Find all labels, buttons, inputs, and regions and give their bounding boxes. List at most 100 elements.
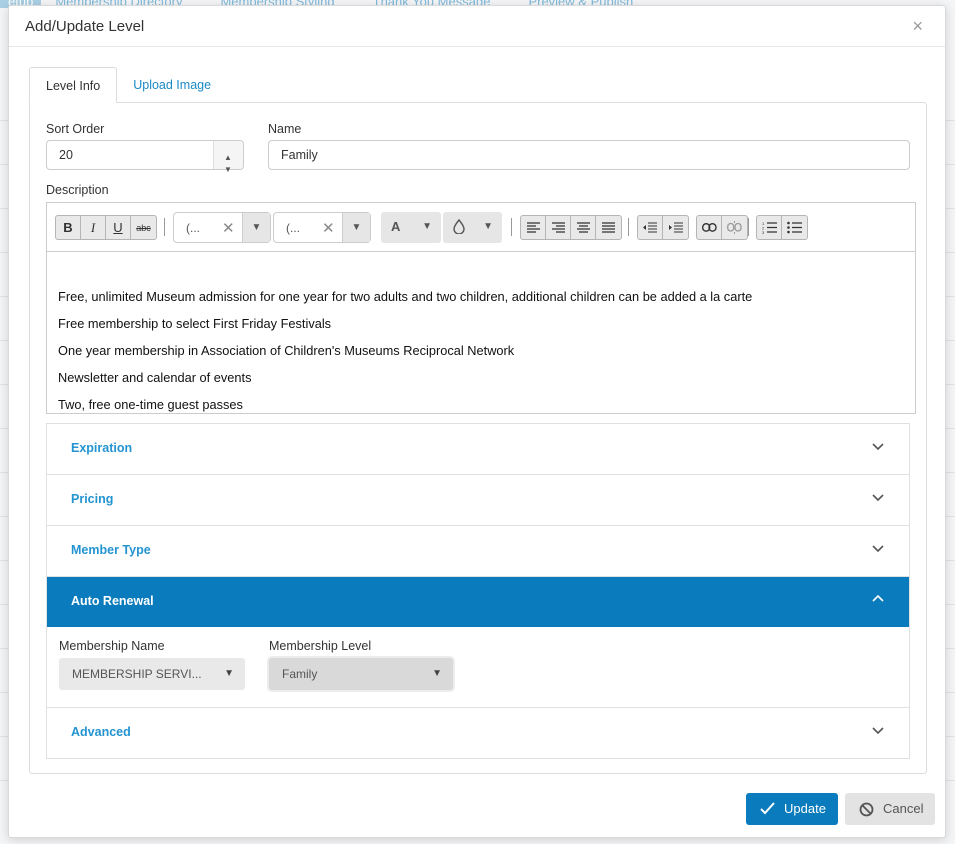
description-paragraph: Newsletter and calendar of events [58,370,252,385]
chevron-down-icon: ▼ [242,213,270,242]
section-auto-renewal: Auto Renewal Membership Name MEMBERSHIP … [46,577,910,708]
sort-order-value: 20 [59,148,73,162]
underline-button[interactable]: U [106,216,131,239]
chevron-down-icon [872,443,884,451]
link-icon[interactable] [697,216,722,239]
font-family-select[interactable]: (... ✕ ▼ [173,212,271,243]
strikethrough-button[interactable]: abc [131,216,156,239]
toolbar-separator [164,218,165,236]
section-advanced: Advanced [46,708,910,759]
section-header-auto-renewal[interactable]: Auto Renewal [47,577,909,627]
caret-down-icon: ▼ [224,668,234,679]
svg-text:3: 3 [762,230,765,234]
chevron-up-icon [872,594,884,602]
ban-icon [859,802,874,817]
chevron-down-icon: ▼ [483,221,493,232]
sort-order-label: Sort Order [46,122,105,136]
name-input[interactable]: Family [268,140,910,170]
chevron-down-icon [872,494,884,502]
section-title: Pricing [71,492,114,506]
background-color-picker[interactable]: ▼ [443,212,502,243]
update-label: Update [784,801,826,816]
ordered-list-icon[interactable]: 123 [757,216,782,239]
auto-renewal-body: Membership Name MEMBERSHIP SERVI... ▼ Me… [47,627,909,707]
section-title: Auto Renewal [71,594,154,608]
chevron-down-icon: ▼ [342,213,370,242]
align-center-icon[interactable] [571,216,596,239]
toolbar-separator [748,218,749,236]
membership-level-select[interactable]: Family ▼ [269,658,453,690]
text-color-picker[interactable]: A ▼ [381,212,441,243]
toolbar-separator [511,218,512,236]
stepper-down-icon[interactable]: ▼ [224,156,232,184]
unlink-icon[interactable] [722,216,747,239]
section-expiration: Expiration [46,423,910,475]
section-header-pricing[interactable]: Pricing [47,475,909,525]
text-color-icon: A [391,219,401,234]
font-size-select[interactable]: (... ✕ ▼ [273,212,371,243]
italic-button[interactable]: I [81,216,106,239]
clear-icon[interactable]: ✕ [322,219,335,237]
list-buttons: 123 [756,215,808,240]
section-title: Advanced [71,725,131,739]
toolbar-separator [628,218,629,236]
section-header-advanced[interactable]: Advanced [47,708,909,758]
add-update-level-dialog: Add/Update Level × Level Info Upload Ima… [8,5,946,838]
section-pricing: Pricing [46,475,910,526]
section-title: Member Type [71,543,151,557]
format-buttons: B I U abc [55,215,157,240]
indent-icon[interactable] [663,216,688,239]
membership-level-value: Family [282,667,318,681]
editor-toolbar: B I U abc (... ✕ ▼ (... ✕ ▼ A ▼ ▼ 1 2 3 [47,203,915,252]
membership-name-select[interactable]: MEMBERSHIP SERVI... ▼ [59,658,245,690]
align-buttons [520,215,622,240]
membership-name-label: Membership Name [59,639,165,653]
chevron-down-icon: ▼ [422,221,432,232]
description-paragraph: Free, unlimited Museum admission for one… [58,289,753,304]
description-editor: B I U abc (... ✕ ▼ (... ✕ ▼ A ▼ ▼ 1 2 3 … [46,202,916,414]
membership-name-value: MEMBERSHIP SERVI... [72,667,202,681]
section-header-expiration[interactable]: Expiration [47,424,909,474]
update-button[interactable]: Update [746,793,838,825]
section-member-type: Member Type [46,526,910,577]
description-label: Description [46,183,109,197]
description-paragraph: One year membership in Association of Ch… [58,343,515,358]
tab-strip: Level Info Upload Image [29,67,227,103]
sort-order-stepper[interactable]: 20 ▲ ▼ [46,140,244,174]
align-justify-icon[interactable] [596,216,621,239]
indent-buttons [637,215,689,240]
tab-level-info[interactable]: Level Info [29,67,118,103]
membership-level-label: Membership Level [269,639,372,653]
section-header-member-type[interactable]: Member Type [47,526,909,576]
level-tabs: Level Info Upload Image Sort Order 20 ▲ … [29,67,927,774]
level-info-panel: Sort Order 20 ▲ ▼ Name Family Descriptio… [29,102,927,774]
name-label: Name [268,122,302,136]
cancel-label: Cancel [883,801,924,816]
align-right-icon[interactable] [546,216,571,239]
editor-content[interactable]: Free, unlimited Museum admission for one… [47,252,915,413]
checkmark-icon [760,802,775,815]
chevron-down-icon [872,545,884,553]
dialog-title: Add/Update Level [25,18,145,35]
description-paragraph: Two, free one-time guest passes [58,397,243,412]
link-buttons [696,215,748,240]
close-icon[interactable]: × [912,16,923,37]
dialog-header: Add/Update Level × [9,6,945,47]
cancel-button[interactable]: Cancel [845,793,935,825]
tab-upload-image[interactable]: Upload Image [117,67,227,103]
chevron-down-icon [872,727,884,735]
font-family-value: (... [186,221,200,235]
droplet-icon [453,218,465,237]
level-settings-accordion: Expiration Pricing Member Type Auto Rene… [46,423,910,759]
font-size-value: (... [286,221,300,235]
align-left-icon[interactable] [521,216,546,239]
section-title: Expiration [71,441,133,455]
name-value: Family [281,148,318,162]
outdent-icon[interactable] [638,216,663,239]
caret-down-icon: ▼ [432,668,442,679]
stepper-buttons: ▲ ▼ [213,141,243,174]
bold-button[interactable]: B [56,216,81,239]
clear-icon[interactable]: ✕ [222,219,235,237]
description-paragraph: Free membership to select First Friday F… [58,316,332,331]
bullet-list-icon[interactable] [782,216,807,239]
